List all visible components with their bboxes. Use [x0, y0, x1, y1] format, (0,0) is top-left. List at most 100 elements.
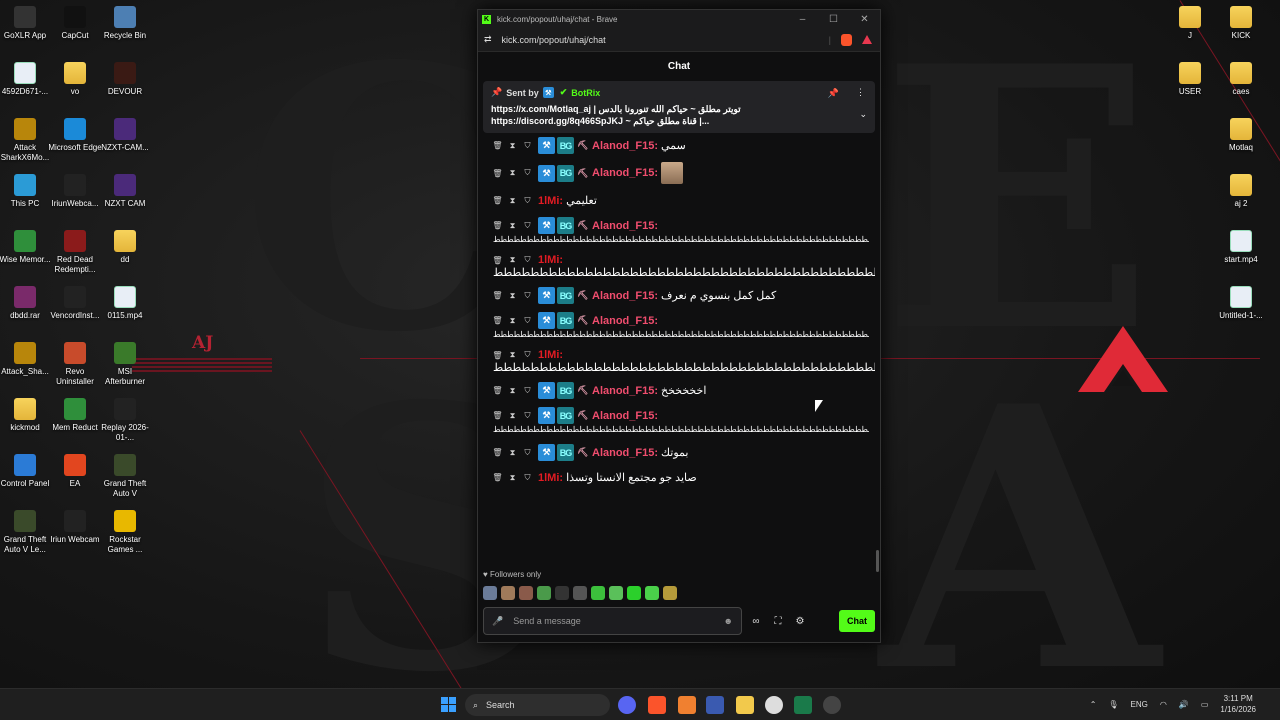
app-icon[interactable] — [678, 696, 696, 714]
chevron-up-icon[interactable]: ⌃ — [1090, 700, 1097, 709]
desktop-icon[interactable]: dd — [97, 230, 153, 265]
chat-username[interactable]: Alanod_F15: — [592, 410, 658, 422]
start-button[interactable] — [441, 697, 456, 712]
desktop-icon[interactable]: DEVOUR — [97, 62, 153, 97]
maximize-button[interactable]: ☐ — [818, 14, 849, 25]
desktop-icon[interactable]: KICK — [1213, 6, 1269, 41]
emote[interactable] — [573, 586, 587, 600]
ban-icon[interactable]: ⛉ — [523, 196, 532, 205]
webcam-icon[interactable] — [765, 696, 783, 714]
chat-username[interactable]: 1lMi: — [538, 254, 563, 266]
timeout-icon[interactable]: ⧗ — [508, 448, 517, 457]
microphone-icon[interactable]: 🎤 — [492, 616, 503, 627]
send-chat-button[interactable]: Chat — [839, 610, 875, 632]
chat-message[interactable]: 🗑 ⧗ ⛉ ⚒ BG ⛏ Alanod_F15: طططططططططططططططططططططط… — [483, 213, 875, 250]
desktop-icon[interactable]: GoXLR App — [0, 6, 53, 41]
bot-name[interactable]: BotRix — [571, 88, 600, 98]
pinned-message[interactable]: 📌 Sent by ⚒ ✔ BotRix https://x.com/Motla… — [483, 81, 875, 133]
delete-icon[interactable]: 🗑 — [492, 221, 502, 230]
pinned-line-2[interactable]: https://discord.gg/8q466SpJKJ ~ قناة مطل… — [491, 115, 867, 127]
ban-icon[interactable]: ⛉ — [523, 291, 532, 300]
desktop-icon[interactable]: Rockstar Games ... — [97, 510, 153, 555]
chat-message[interactable]: 🗑 ⧗ ⛉ ⚒ BG ⛏ Alanod_F15: سمي — [483, 133, 875, 158]
chat-message[interactable]: 🗑 ⧗ ⛉ ⚒ BG ⛏ Alanod_F15: بموتك — [483, 440, 875, 465]
ban-icon[interactable]: ⛉ — [523, 386, 532, 395]
desktop-icon[interactable]: Untitled-1-... — [1213, 286, 1269, 321]
chat-username[interactable]: Alanod_F15: — [592, 385, 658, 397]
brave-shields-icon[interactable] — [841, 33, 852, 46]
delete-icon[interactable]: 🗑 — [492, 351, 502, 360]
chat-message[interactable]: 🗑 ⧗ ⛉ 1lMi: صايد جو مجتمع الانستا وتسذا — [483, 465, 875, 490]
chat-message[interactable]: 🗑 ⧗ ⛉ ⚒ BG ⛏ Alanod_F15: — [483, 158, 875, 188]
message-placeholder[interactable]: Send a message — [513, 616, 723, 626]
pin-icon[interactable]: 📌 — [828, 88, 839, 99]
desktop-icon[interactable]: Red Dead Redempti... — [47, 230, 103, 275]
ban-icon[interactable]: ⛉ — [523, 168, 532, 178]
desktop-icon[interactable]: Motlaq — [1213, 118, 1269, 153]
file-explorer-icon[interactable] — [736, 696, 754, 714]
chat-username[interactable]: 1lMi: — [538, 349, 563, 361]
chat-message[interactable]: 🗑 ⧗ ⛉ 1lMi: طططططططططططططططططططططططططططططططط… — [483, 345, 875, 378]
delete-icon[interactable]: 🗑 — [492, 291, 502, 300]
timeout-icon[interactable]: ⧗ — [508, 291, 517, 300]
emote[interactable] — [627, 586, 641, 600]
chat-username[interactable]: Alanod_F15: — [592, 220, 658, 232]
emote[interactable] — [591, 586, 605, 600]
emote[interactable] — [537, 586, 551, 600]
timeout-icon[interactable]: ⧗ — [508, 386, 517, 395]
timeout-icon[interactable]: ⧗ — [508, 196, 517, 205]
emote[interactable] — [483, 586, 497, 600]
site-settings-icon[interactable]: ⇄ — [484, 34, 492, 45]
taskbar-search[interactable]: ⌕ Search — [465, 694, 610, 716]
emote[interactable] — [609, 586, 623, 600]
message-input[interactable]: 🎤 Send a message ☻ — [483, 607, 742, 635]
chat-username[interactable]: Alanod_F15: — [592, 290, 658, 302]
wifi-icon[interactable]: ◠ — [1160, 700, 1167, 709]
app-icon[interactable] — [794, 696, 812, 714]
search-placeholder[interactable]: Search — [486, 700, 515, 710]
emote[interactable] — [645, 586, 659, 600]
delete-icon[interactable]: 🗑 — [492, 316, 502, 325]
delete-icon[interactable]: 🗑 — [492, 448, 502, 457]
chat-username[interactable]: Alanod_F15: — [592, 140, 658, 152]
ban-icon[interactable]: ⛉ — [523, 411, 532, 420]
gift-icon[interactable]: ⛶ — [770, 616, 786, 627]
chat-username[interactable]: Alanod_F15: — [592, 315, 658, 327]
desktop-icon[interactable]: USER — [1162, 62, 1218, 97]
kicks-icon[interactable]: ∞ — [748, 616, 764, 627]
chat-message[interactable]: 🗑 ⧗ ⛉ 1lMi: طططططططططططططططططططططططططططططططط… — [483, 250, 875, 283]
chat-message[interactable]: 🗑 ⧗ ⛉ ⚒ BG ⛏ Alanod_F15: طططططططططططططططططططططط… — [483, 308, 875, 345]
desktop-icon[interactable]: kickmod — [0, 398, 53, 433]
brave-rewards-icon[interactable] — [862, 35, 872, 44]
delete-icon[interactable]: 🗑 — [492, 473, 502, 482]
delete-icon[interactable]: 🗑 — [492, 411, 502, 420]
desktop-icon[interactable]: 4592D671-... — [0, 62, 53, 97]
chat-message[interactable]: 🗑 ⧗ ⛉ 1lMi: تعليمي — [483, 188, 875, 213]
desktop-icon[interactable]: MSI Afterburner — [97, 342, 153, 387]
desktop-icon[interactable]: Mem Reduct — [47, 398, 103, 433]
brave-icon[interactable] — [648, 696, 666, 714]
delete-icon[interactable]: 🗑 — [492, 169, 502, 178]
timeout-icon[interactable]: ⧗ — [508, 255, 517, 265]
clock[interactable]: 3:11 PM 1/16/2026 — [1220, 693, 1256, 715]
ban-icon[interactable]: ⛉ — [523, 473, 532, 482]
desktop-icon[interactable]: IriunWebca... — [47, 174, 103, 209]
discord-icon[interactable] — [618, 696, 636, 714]
settings-gear-icon[interactable]: ⚙ — [792, 616, 808, 627]
chat-username[interactable]: 1lMi: — [538, 195, 563, 207]
timeout-icon[interactable]: ⧗ — [508, 141, 517, 150]
timeout-icon[interactable]: ⧗ — [508, 350, 517, 360]
delete-icon[interactable]: 🗑 — [492, 256, 502, 265]
timeout-icon[interactable]: ⧗ — [508, 316, 517, 325]
close-button[interactable]: ✕ — [849, 14, 880, 25]
chevron-down-icon[interactable]: ⌄ — [859, 109, 867, 120]
desktop-icon[interactable]: Microsoft Edge — [47, 118, 103, 153]
emote[interactable] — [519, 586, 533, 600]
desktop-icon[interactable]: J — [1162, 6, 1218, 41]
desktop-icon[interactable]: Control Panel — [0, 454, 53, 489]
desktop-icon[interactable]: dbdd.rar — [0, 286, 53, 321]
desktop-icon[interactable]: Attack SharkX6Mo... — [0, 118, 53, 163]
chat-message[interactable]: 🗑 ⧗ ⛉ ⚒ BG ⛏ Alanod_F15: كمل كمل بنسوي م نعرف — [483, 283, 875, 308]
emote[interactable] — [663, 586, 677, 600]
ban-icon[interactable]: ⛉ — [523, 255, 532, 265]
